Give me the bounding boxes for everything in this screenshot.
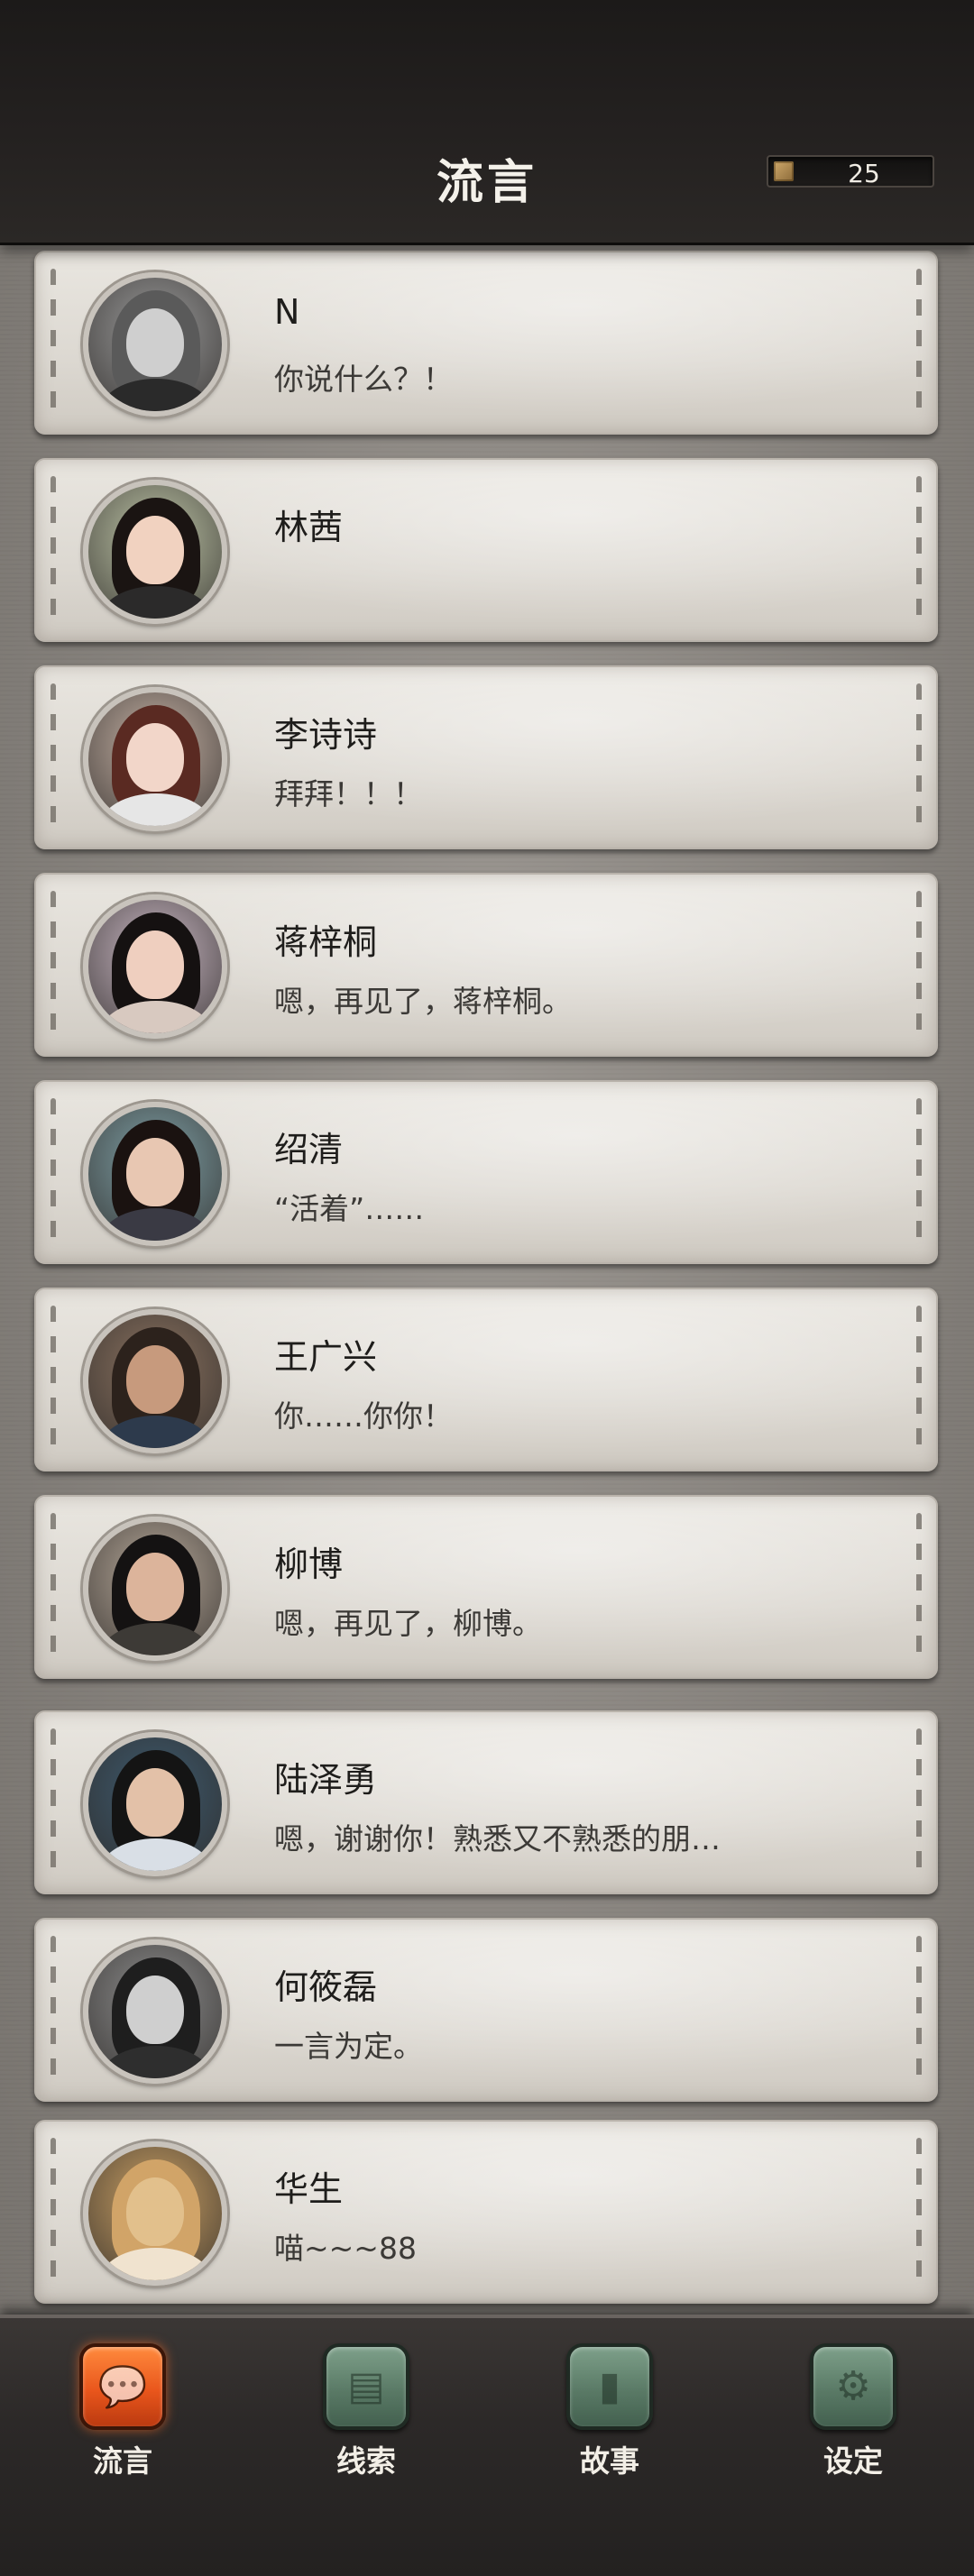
contact-name: N [274,292,300,332]
contact-card[interactable]: 陆泽勇嗯，谢谢你！熟悉又不熟悉的朋… [34,1710,938,1894]
avatar [83,1517,227,1661]
contact-card[interactable]: 华生喵~~~88 [34,2120,938,2304]
avatar-face [126,723,184,792]
coin-icon [774,161,794,181]
contact-name: 蒋梓桐 [274,922,378,962]
contact-name: 王广兴 [274,1337,378,1377]
contact-card[interactable]: 李诗诗拜拜！！！ [34,665,938,849]
avatar [83,894,227,1039]
avatar [83,1939,227,2084]
last-message: 你说什么？！ [274,362,453,397]
contact-name: 华生 [274,2169,344,2209]
chat-bubble-icon: 💬 [79,2343,166,2430]
currency-counter: 25 [767,155,934,188]
contact-card[interactable]: 柳博嗯，再见了，柳博。 [34,1495,938,1679]
last-message: 一言为定。 [274,2029,423,2064]
last-message: 你……你你！ [274,1398,453,1434]
last-message: 拜拜！！！ [274,776,423,811]
last-message: 喵~~~88 [274,2231,417,2266]
contact-name: 柳博 [274,1545,344,1584]
nav-label: 故事 [580,2443,639,2479]
contact-card[interactable]: 蒋梓桐嗯，再见了，蒋梓桐。 [34,873,938,1057]
nav-glyph: ⚙ [835,2363,871,2409]
avatar [83,1102,227,1246]
last-message: “活着”…… [274,1191,425,1226]
nav-label: 设定 [823,2443,883,2479]
currency-value: 25 [848,159,880,188]
bottom-nav: 💬 流言 ▤ 线索 ▮ 故事 ⚙ 设定 [0,2315,974,2576]
last-message: 嗯，再见了，蒋梓桐。 [274,984,572,1019]
avatar-face [126,1768,184,1837]
contact-card[interactable]: 何筱磊 一言为定。 [34,1918,938,2102]
avatar-face [126,2177,184,2246]
header-bar: 流言 25 [0,0,974,245]
nav-label: 流言 [93,2443,152,2479]
avatar [83,480,227,624]
contact-list: N 你说什么？！ 林茜李诗诗拜拜！！！ 蒋梓桐嗯，再见了，蒋梓桐。绍清 “活着”…… 王广… [0,0,974,2576]
avatar-face [126,1345,184,1414]
avatar [83,1732,227,1876]
avatar-face [126,308,184,377]
avatar [83,687,227,831]
contact-card[interactable]: 林茜 [34,458,938,642]
contact-name: 李诗诗 [274,715,378,755]
nav-settings[interactable]: ⚙ 设定 [799,2343,907,2479]
contact-name: 陆泽勇 [274,1760,378,1800]
nav-glyph: ▤ [347,2363,385,2409]
last-message: 嗯，谢谢你！熟悉又不熟悉的朋… [274,1821,721,1856]
last-message: 嗯，再见了，柳博。 [274,1606,542,1641]
avatar-face [126,1138,184,1206]
nav-glyph: 💬 [97,2364,148,2410]
avatar-face [126,516,184,584]
contact-card[interactable]: 绍清 “活着”…… [34,1080,938,1264]
contact-name: 何筱磊 [274,1967,378,2007]
avatar-face [126,930,184,999]
contact-card[interactable]: N 你说什么？！ [34,251,938,435]
avatar [83,2141,227,2286]
document-icon: ▤ [323,2343,409,2430]
nav-story[interactable]: ▮ 故事 [556,2343,664,2479]
nav-label: 线索 [336,2443,396,2479]
nav-clues[interactable]: ▤ 线索 [312,2343,420,2479]
avatar [83,272,227,417]
contact-name: 绍清 [274,1130,344,1169]
book-icon: ▮ [566,2343,653,2430]
avatar-face [126,1553,184,1621]
nav-glyph: ▮ [598,2363,621,2409]
avatar-face [126,1976,184,2044]
gear-icon: ⚙ [810,2343,896,2430]
contact-name: 林茜 [274,508,344,547]
contact-card[interactable]: 王广兴你……你你！ [34,1288,938,1471]
nav-rumors[interactable]: 💬 流言 [69,2343,177,2479]
avatar [83,1309,227,1453]
